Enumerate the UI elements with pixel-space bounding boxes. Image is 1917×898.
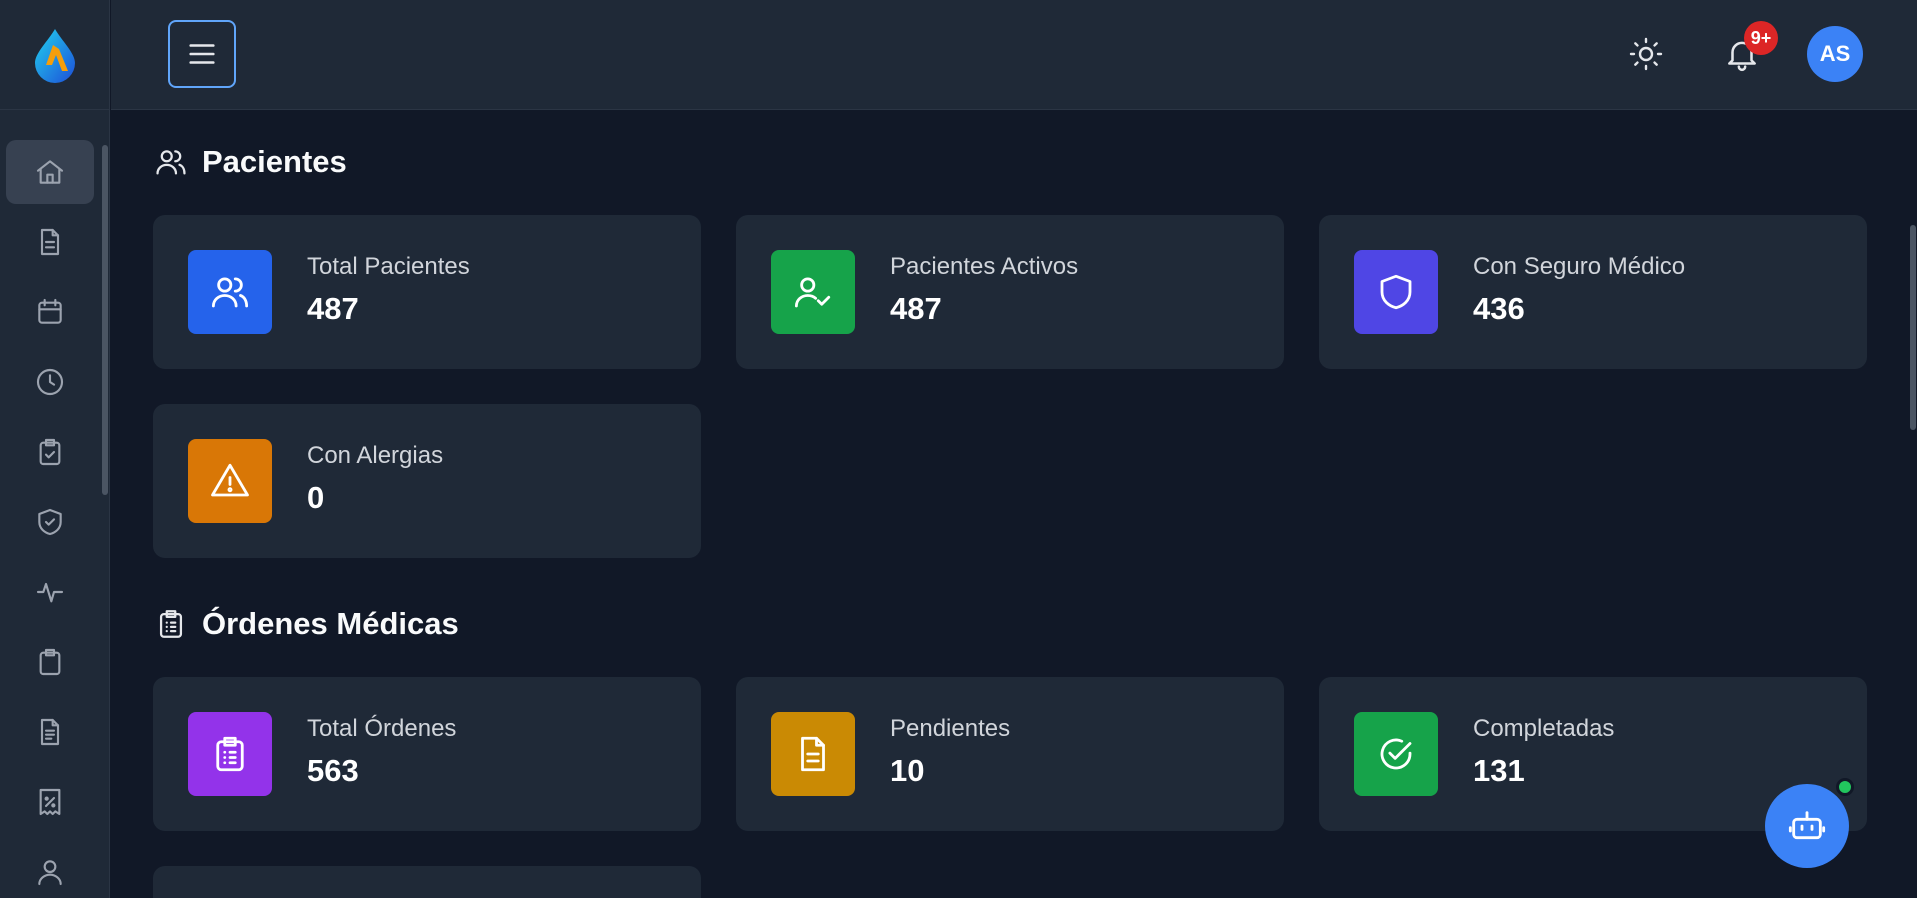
clipboard-list-icon (216, 736, 244, 772)
stat-label: Pendientes (890, 715, 1011, 742)
stat-icon-box (1354, 250, 1438, 334)
stat-label: Total Pacientes (307, 253, 470, 280)
clipboard-check-icon (39, 438, 61, 466)
stat-label: Con Alergias (307, 442, 444, 469)
document-icon (40, 228, 60, 256)
stat-icon-box (188, 439, 272, 523)
clipboard-icon (39, 648, 61, 676)
users-icon (156, 150, 186, 175)
users-icon (211, 277, 249, 308)
avatar[interactable]: AS (1807, 26, 1863, 82)
user-icon (38, 860, 62, 886)
check-circle-icon (1380, 738, 1412, 770)
sidebar-item-reports[interactable] (6, 700, 94, 764)
home-icon (36, 160, 64, 184)
theme-toggle-button[interactable] (1622, 30, 1670, 78)
stat-card-pendientes[interactable]: Pendientes 10 (736, 677, 1284, 831)
sidebar-scrollbar[interactable] (102, 145, 108, 495)
sidebar-item-profile[interactable] (6, 840, 94, 898)
logo-drop-icon (34, 28, 75, 83)
stat-value: 487 (307, 291, 359, 326)
section-title-pacientes: Pacientes (154, 144, 347, 180)
stat-card-total-ordenes[interactable]: Total Órdenes 563 (153, 677, 701, 831)
sidebar-item-tasks[interactable] (6, 420, 94, 484)
notifications-badge: 9+ (1744, 21, 1778, 55)
logo[interactable] (0, 0, 109, 110)
document-lines-icon (801, 736, 825, 772)
stat-icon-box (771, 712, 855, 796)
calendar-icon (38, 298, 62, 324)
sidebar-item-vitals[interactable] (6, 560, 94, 624)
sidebar (0, 0, 110, 898)
sidebar-item-history[interactable] (6, 350, 94, 414)
section-title-text: Órdenes Médicas (202, 606, 459, 641)
sidebar-nav (0, 140, 110, 898)
stat-card-total-pacientes[interactable]: Total Pacientes 487 (153, 215, 701, 369)
shield-check-icon (38, 508, 62, 536)
sidebar-item-orders[interactable] (6, 630, 94, 694)
stat-label: Con Seguro Médico (1473, 253, 1686, 280)
online-status-dot (1836, 778, 1854, 796)
stat-card-pacientes-activos[interactable]: Pacientes Activos 487 (736, 215, 1284, 369)
sidebar-item-billing[interactable] (6, 770, 94, 834)
menu-button[interactable] (168, 20, 236, 88)
stat-icon-box (188, 250, 272, 334)
alert-triangle-icon (211, 463, 249, 497)
stat-value: 436 (1473, 291, 1525, 326)
section-title-text: Pacientes (202, 144, 347, 179)
sidebar-item-insurance[interactable] (6, 490, 94, 554)
stat-icon-box (1354, 712, 1438, 796)
clipboard-list-icon (159, 610, 183, 638)
sidebar-item-calendar[interactable] (6, 280, 94, 344)
stat-icon-box (188, 712, 272, 796)
sidebar-item-home[interactable] (6, 140, 94, 204)
stat-value: 487 (890, 291, 942, 326)
user-check-icon (794, 277, 831, 308)
file-text-icon (40, 718, 60, 746)
stat-label: Total Órdenes (307, 715, 457, 742)
stat-card-con-seguro[interactable]: Con Seguro Médico 436 (1319, 215, 1867, 369)
stat-card-partial[interactable] (153, 866, 701, 898)
stat-label: Pacientes Activos (890, 253, 1079, 280)
shield-icon (1380, 274, 1412, 310)
stat-value: 131 (1473, 753, 1525, 788)
stat-icon-box (771, 250, 855, 334)
sun-icon (1629, 37, 1663, 71)
stat-card-con-alergias[interactable]: Con Alergias 0 (153, 404, 701, 558)
stat-value: 563 (307, 753, 359, 788)
stat-value: 10 (890, 753, 925, 788)
receipt-percent-icon (39, 788, 61, 816)
clock-icon (36, 368, 64, 396)
section-title-ordenes: Órdenes Médicas (154, 606, 459, 642)
activity-icon (36, 582, 64, 603)
bot-icon (1788, 811, 1826, 840)
chatbot-button[interactable] (1765, 784, 1849, 868)
main-scrollbar[interactable] (1910, 225, 1916, 430)
sidebar-item-documents[interactable] (6, 210, 94, 274)
stat-value: 0 (307, 480, 325, 515)
app: 9+ AS Pacientes Total Pacientes 487 Paci… (0, 0, 1917, 898)
stat-label: Completadas (1473, 715, 1615, 742)
menu-icon (189, 44, 215, 64)
